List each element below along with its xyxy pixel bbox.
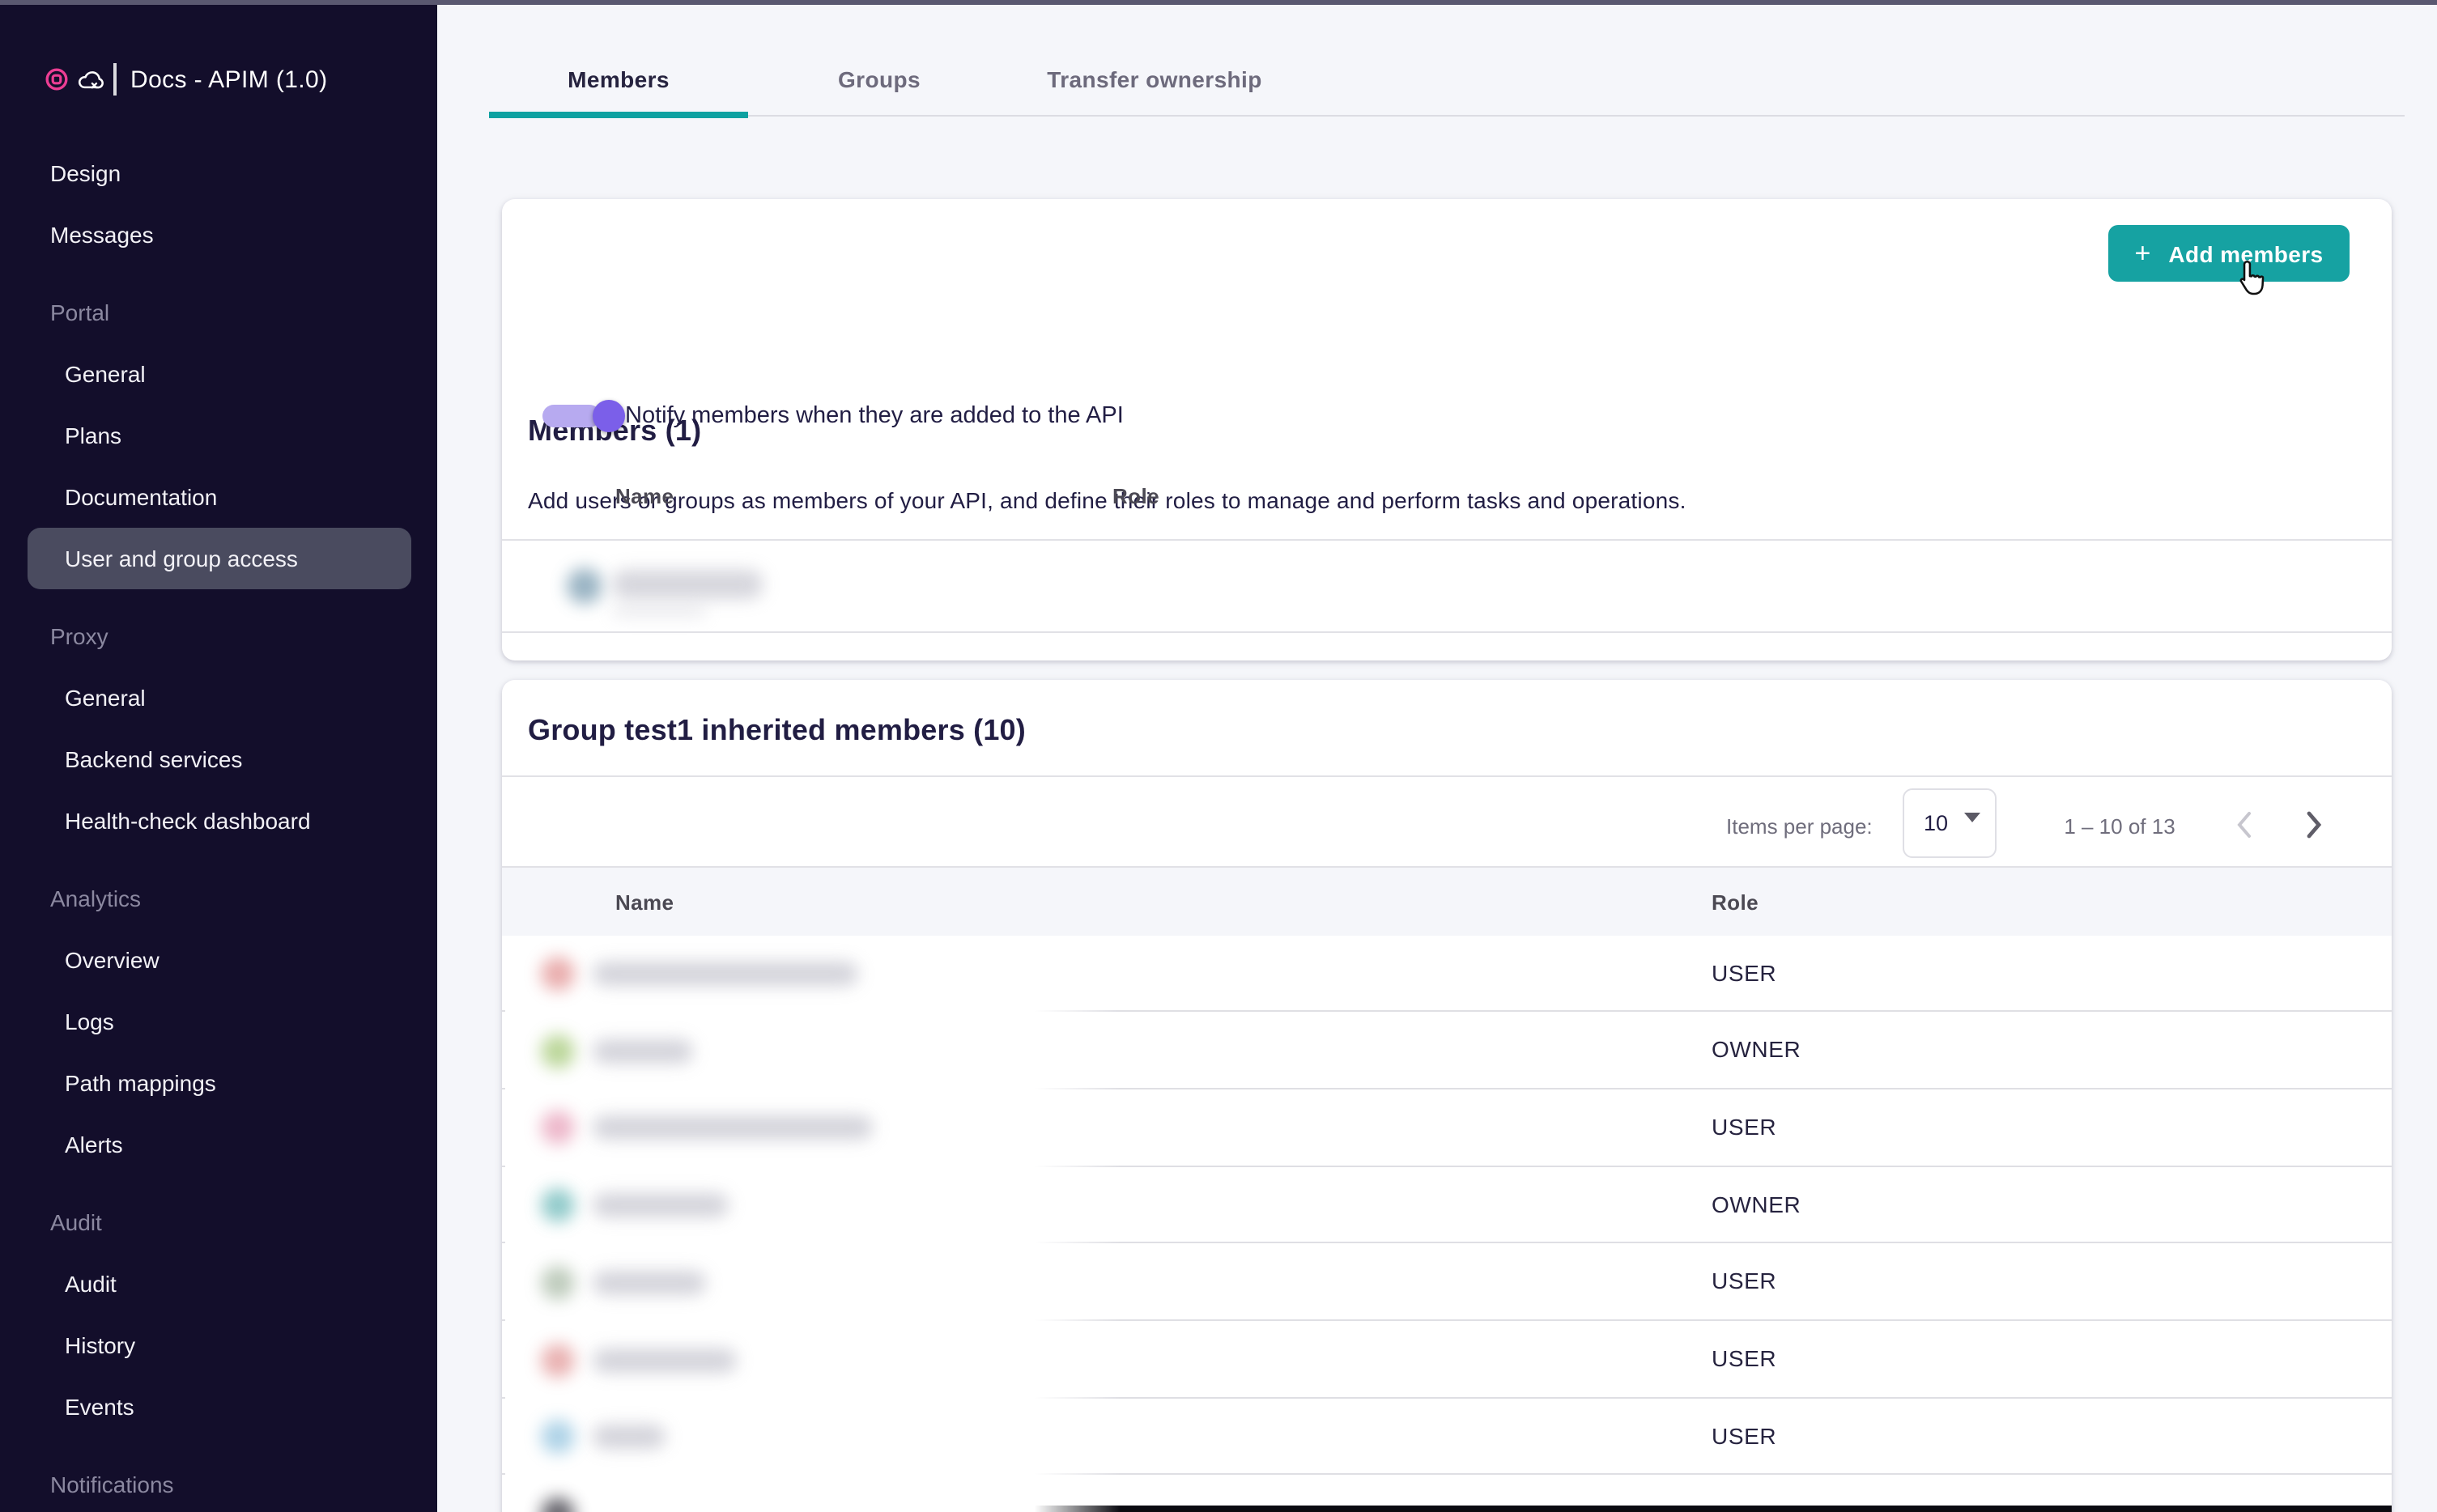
sidebar-logo-row: Docs - APIM (1.0) [0,58,437,100]
card-divider [502,775,2392,776]
member-name-redacted [612,570,763,599]
sidebar-item-backend-services[interactable]: Backend services [28,728,411,790]
sidebar-item-logs[interactable]: Logs [28,991,411,1052]
member-avatar-redacted [541,1266,575,1300]
add-members-button[interactable]: + Add members [2108,225,2350,282]
group-table-header: Name Role [502,865,2392,938]
active-tab-indicator [489,112,748,117]
toggle-thumb [593,400,625,432]
sidebar-item-messages[interactable]: Messages [28,204,411,265]
member-name-redacted [593,1348,737,1372]
member-name-redacted [593,1271,706,1295]
member-avatar-redacted [541,1343,575,1377]
sidebar-section-portal: Portal [28,282,411,343]
chevron-right-icon[interactable] [2306,811,2322,839]
member-role: USER [1712,1398,1776,1472]
group-card-title: Group test1 inherited members (10) [528,714,1026,748]
window-top-edge [0,0,2437,4]
items-per-page-label: Items per page: [1726,814,1873,839]
sidebar-section-notifications: Notifications [28,1454,411,1512]
table-row[interactable]: PRIMARY_OWNER [502,539,2392,631]
member-avatar-redacted [541,957,575,991]
member-avatar-redacted [541,1188,575,1222]
tab-members[interactable]: Members [489,45,748,113]
sidebar-item-audit[interactable]: Audit [28,1253,411,1315]
sidebar-item-history[interactable]: History [28,1315,411,1376]
sidebar-item-alerts[interactable]: Alerts [28,1114,411,1175]
member-avatar-redacted [541,1420,575,1454]
group-col-role: Role [1712,890,1759,914]
sidebar-nav: DesignMessagesPortalGeneralPlansDocument… [0,142,437,1512]
member-name-redacted [593,1193,729,1217]
member-avatar-redacted [541,1111,575,1145]
cloud-error-icon [76,67,104,91]
member-role: OWNER [1712,1166,1801,1241]
member-name-redacted [593,1116,873,1140]
member-name-redacted [612,605,706,617]
sidebar-item-documentation[interactable]: Documentation [28,466,411,528]
member-role: USER [1712,935,1776,1009]
sidebar-section-proxy: Proxy [28,605,411,667]
members-col-role: Role [1112,484,1159,508]
member-name-redacted [593,1425,666,1449]
logo-divider [113,63,116,96]
member-avatar-redacted [541,1034,575,1068]
member-avatar-redacted [567,568,602,604]
members-col-name: Name [615,484,674,508]
sidebar-item-user-and-group-access[interactable]: User and group access [28,528,411,589]
sidebar-item-health-check-dashboard[interactable]: Health-check dashboard [28,790,411,852]
tab-transfer-ownership[interactable]: Transfer ownership [1010,45,1299,113]
notify-members-toggle-label: Notify members when they are added to th… [625,399,1124,431]
member-avatar-redacted [541,1497,575,1512]
members-card-description: Add users or groups as members of your A… [528,486,1686,512]
app-window: Docs - APIM (1.0) DesignMessagesPortalGe… [0,0,2437,1512]
redaction-overlay [505,936,1121,1512]
items-per-page-select[interactable]: 10 [1903,788,1997,858]
member-role: USER [1712,1089,1776,1164]
group-col-name: Name [615,890,674,914]
api-title: Docs - APIM (1.0) [130,66,328,93]
sidebar-item-overview[interactable]: Overview [28,929,411,991]
sidebar-item-design[interactable]: Design [28,142,411,204]
items-per-page-value: 10 [1924,790,1948,856]
sidebar: Docs - APIM (1.0) DesignMessagesPortalGe… [0,0,437,1512]
members-card: Members (1) Add users or groups as membe… [502,198,2392,660]
gravitee-logo-icon[interactable] [45,68,68,91]
sidebar-section-audit: Audit [28,1191,411,1253]
member-name-redacted [593,1038,693,1063]
pagination-range: 1 – 10 of 13 [2050,814,2189,839]
sidebar-section-analytics: Analytics [28,868,411,929]
sidebar-item-path-mappings[interactable]: Path mappings [28,1052,411,1114]
chevron-left-icon[interactable] [2236,811,2252,839]
tab-bar: Members Groups Transfer ownership [489,45,1299,117]
member-name-redacted [593,962,858,986]
member-role: USER [1712,1321,1776,1395]
tab-groups[interactable]: Groups [748,45,1010,113]
chevron-down-icon [1964,813,1980,822]
sidebar-item-general[interactable]: General [28,343,411,405]
sidebar-item-events[interactable]: Events [28,1376,411,1438]
plus-icon: + [2135,240,2151,267]
notify-members-toggle[interactable] [542,399,601,431]
member-role: OWNER [1712,1012,1801,1086]
member-role: USER [1712,1244,1776,1319]
sidebar-item-plans[interactable]: Plans [28,405,411,466]
table-divider [502,631,2392,633]
sidebar-item-general[interactable]: General [28,667,411,728]
